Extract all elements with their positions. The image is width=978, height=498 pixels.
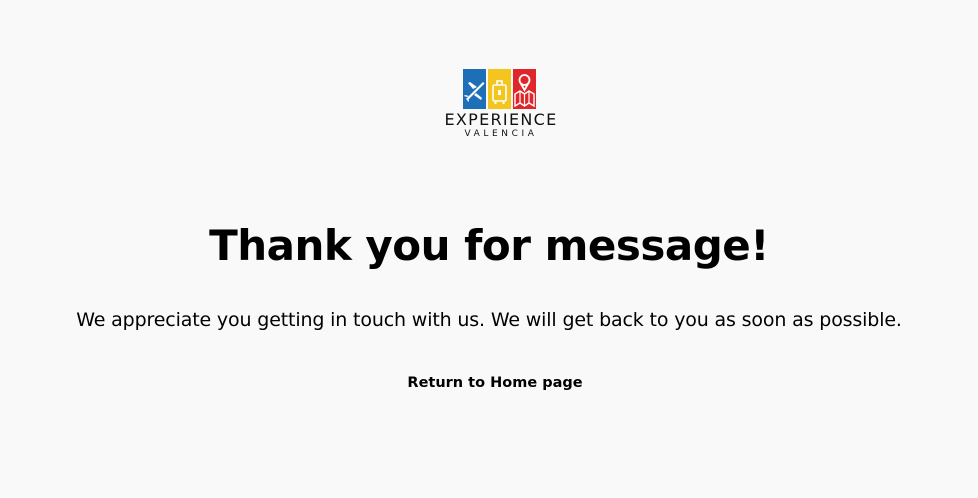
logo-wordmark: EXPERIENCE [444, 110, 558, 129]
airplane-icon [463, 69, 486, 109]
experience-valencia-logo[interactable]: EXPERIENCE VALENCIA [433, 68, 569, 144]
logo-tiles [463, 69, 538, 109]
logo-subtitle: VALENCIA [464, 129, 538, 139]
thank-you-page: EXPERIENCE VALENCIA Thank you for messag… [0, 0, 978, 498]
map-pin-icon [513, 69, 536, 109]
suitcase-icon [488, 69, 511, 109]
page-title: Thank you for message! [209, 221, 769, 270]
confirmation-message: We appreciate you getting in touch with … [76, 309, 902, 331]
return-home-link[interactable]: Return to Home page [395, 372, 595, 394]
